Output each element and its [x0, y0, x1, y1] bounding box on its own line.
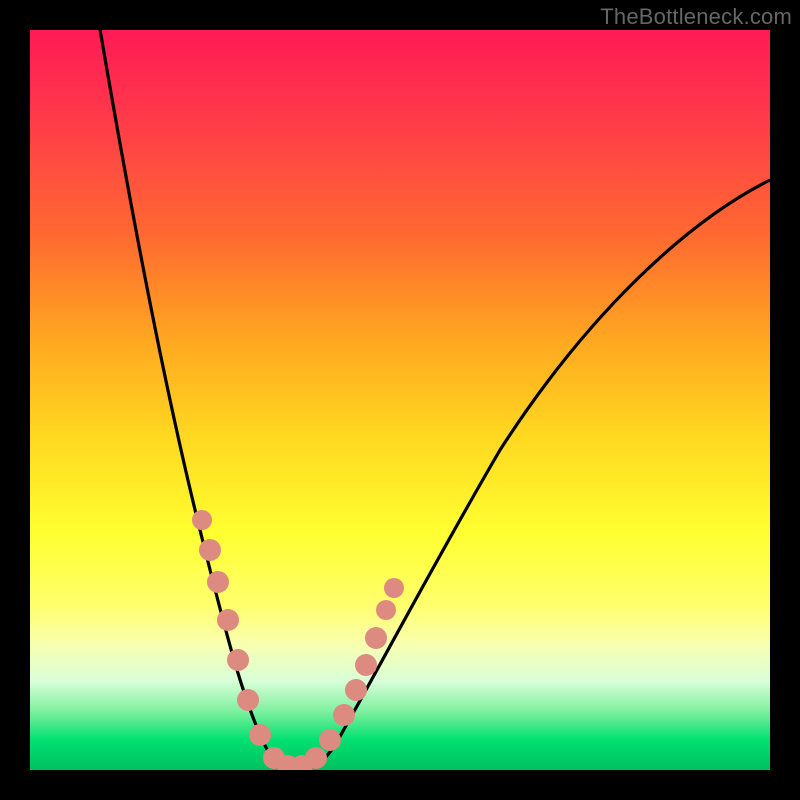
plot-area	[30, 30, 770, 770]
chart-frame: TheBottleneck.com	[0, 0, 800, 800]
curve-layer	[30, 30, 770, 770]
bottleneck-curve	[90, 30, 770, 770]
highlight-dots	[192, 510, 404, 770]
watermark-text: TheBottleneck.com	[600, 4, 792, 30]
